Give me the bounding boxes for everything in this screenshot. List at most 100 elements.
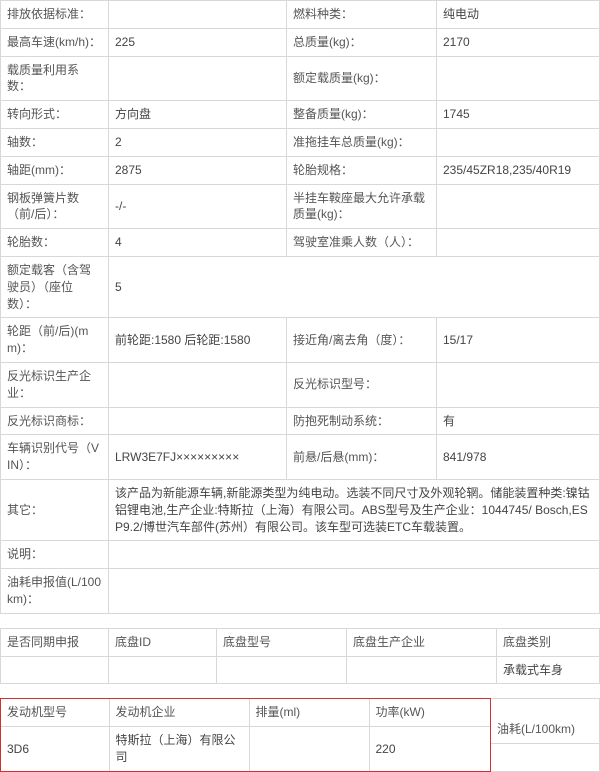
value: 有 (437, 407, 600, 435)
value: 特斯拉（上海）有限公司 (109, 727, 249, 771)
engine-table-outer: 发动机型号 发动机企业 排量(ml) 功率(kW) 3D6 特斯拉（上海）有限公… (0, 698, 600, 771)
value (437, 229, 600, 257)
value (109, 362, 287, 407)
value (437, 128, 600, 156)
table-row: 其它： 该产品为新能源车辆,新能源类型为纯电动。选装不同尺寸及外观轮辋。储能装置… (1, 479, 600, 540)
label: 排放依据标准： (1, 1, 109, 29)
table-row: 承载式车身 (1, 656, 600, 684)
col-header: 发动机型号 (1, 699, 109, 726)
table-row: 最高车速(km/h)： 225 总质量(kg)： 2170 (1, 28, 600, 56)
value: 2 (109, 128, 287, 156)
label: 驾驶室准乘人数（人）： (287, 229, 437, 257)
value (491, 743, 599, 754)
label: 钢板弹簧片数（前/后）： (1, 184, 109, 229)
value (437, 184, 600, 229)
label: 燃料种类： (287, 1, 437, 29)
table-header-row: 是否同期申报 底盘ID 底盘型号 底盘生产企业 底盘类别 (1, 628, 600, 656)
value: 3D6 (1, 727, 109, 771)
value (437, 362, 600, 407)
col-header: 底盘生产企业 (347, 628, 497, 656)
value (249, 727, 369, 771)
value (109, 541, 600, 569)
table-row: 反光标识生产企业： 反光标识型号： (1, 362, 600, 407)
value: 2875 (109, 156, 287, 184)
table-header-row: 发动机型号 发动机企业 排量(ml) 功率(kW) 3D6 特斯拉（上海）有限公… (1, 699, 600, 771)
spec-table: 排放依据标准： 燃料种类： 纯电动 最高车速(km/h)： 225 总质量(kg… (0, 0, 600, 614)
value: 2170 (437, 28, 600, 56)
table-row: 轴数： 2 准拖挂车总质量(kg)： (1, 128, 600, 156)
table-row: 钢板弹簧片数（前/后）： -/- 半挂车鞍座最大允许承载质量(kg)： (1, 184, 600, 229)
label: 轴数： (1, 128, 109, 156)
value (109, 569, 600, 614)
value (217, 656, 347, 684)
value (437, 56, 600, 101)
value: 220 (369, 727, 490, 771)
value: 前轮距:1580 后轮距:1580 (109, 318, 287, 363)
table-row: 油耗申报值(L/100km)： (1, 569, 600, 614)
label: 说明： (1, 541, 109, 569)
label: 最高车速(km/h)： (1, 28, 109, 56)
value: 1745 (437, 101, 600, 129)
label: 前悬/后悬(mm)： (287, 435, 437, 480)
value: 该产品为新能源车辆,新能源类型为纯电动。选装不同尺寸及外观轮辋。储能装置种类:镍… (109, 479, 600, 540)
value: 841/978 (437, 435, 600, 480)
table-row: 载质量利用系数： 额定载质量(kg)： (1, 56, 600, 101)
value: 4 (109, 229, 287, 257)
label: 额定载质量(kg)： (287, 56, 437, 101)
label: 额定载客（含驾驶员）（座位数）： (1, 256, 109, 317)
value: 5 (109, 256, 600, 317)
table-row: 轮距（前/后)(mm)： 前轮距:1580 后轮距:1580 接近角/离去角（度… (1, 318, 600, 363)
table-row: 轮胎数： 4 驾驶室准乘人数（人）： (1, 229, 600, 257)
label: 反光标识商标： (1, 407, 109, 435)
label: 油耗申报值(L/100km)： (1, 569, 109, 614)
label: 载质量利用系数： (1, 56, 109, 101)
col-header: 排量(ml) (249, 699, 369, 726)
label: 轴距(mm)： (1, 156, 109, 184)
col-header: 油耗(L/100km) (491, 716, 599, 743)
col-header: 底盘型号 (217, 628, 347, 656)
value: 15/17 (437, 318, 600, 363)
value (1, 656, 109, 684)
label: 总质量(kg)： (287, 28, 437, 56)
value (109, 56, 287, 101)
value: 225 (109, 28, 287, 56)
table-row: 转向形式： 方向盘 整备质量(kg)： 1745 (1, 101, 600, 129)
label: 转向形式： (1, 101, 109, 129)
label: 防抱死制动系统： (287, 407, 437, 435)
table-row: 轴距(mm)： 2875 轮胎规格： 235/45ZR18,235/40R19 (1, 156, 600, 184)
label: 轮距（前/后)(mm)： (1, 318, 109, 363)
value (347, 656, 497, 684)
value: 承载式车身 (497, 656, 600, 684)
engine-extra-col: 油耗(L/100km) (491, 699, 600, 771)
table-row: 反光标识商标： 防抱死制动系统： 有 (1, 407, 600, 435)
label: 准拖挂车总质量(kg)： (287, 128, 437, 156)
col-header: 底盘类别 (497, 628, 600, 656)
label: 其它： (1, 479, 109, 540)
label: 轮胎规格： (287, 156, 437, 184)
label: 车辆识别代号（VIN）： (1, 435, 109, 480)
label: 整备质量(kg)： (287, 101, 437, 129)
table-row: 排放依据标准： 燃料种类： 纯电动 (1, 1, 600, 29)
chassis-table: 是否同期申报 底盘ID 底盘型号 底盘生产企业 底盘类别 承载式车身 (0, 628, 600, 685)
value: 纯电动 (437, 1, 600, 29)
engine-highlight-box: 发动机型号 发动机企业 排量(ml) 功率(kW) 3D6 特斯拉（上海）有限公… (1, 699, 491, 771)
value (109, 407, 287, 435)
value: 235/45ZR18,235/40R19 (437, 156, 600, 184)
value: 方向盘 (109, 101, 287, 129)
label: 接近角/离去角（度）： (287, 318, 437, 363)
label: 轮胎数： (1, 229, 109, 257)
label: 反光标识型号： (287, 362, 437, 407)
value: -/- (109, 184, 287, 229)
table-row: 车辆识别代号（VIN）： LRW3E7FJ××××××××× 前悬/后悬(mm)… (1, 435, 600, 480)
table-row: 说明： (1, 541, 600, 569)
value: LRW3E7FJ××××××××× (109, 435, 287, 480)
col-header: 是否同期申报 (1, 628, 109, 656)
col-header: 功率(kW) (369, 699, 490, 726)
col-header: 底盘ID (109, 628, 217, 656)
table-row: 额定载客（含驾驶员）（座位数）： 5 (1, 256, 600, 317)
label: 反光标识生产企业： (1, 362, 109, 407)
col-header: 发动机企业 (109, 699, 249, 726)
value (109, 1, 287, 29)
value (109, 656, 217, 684)
label: 半挂车鞍座最大允许承载质量(kg)： (287, 184, 437, 229)
